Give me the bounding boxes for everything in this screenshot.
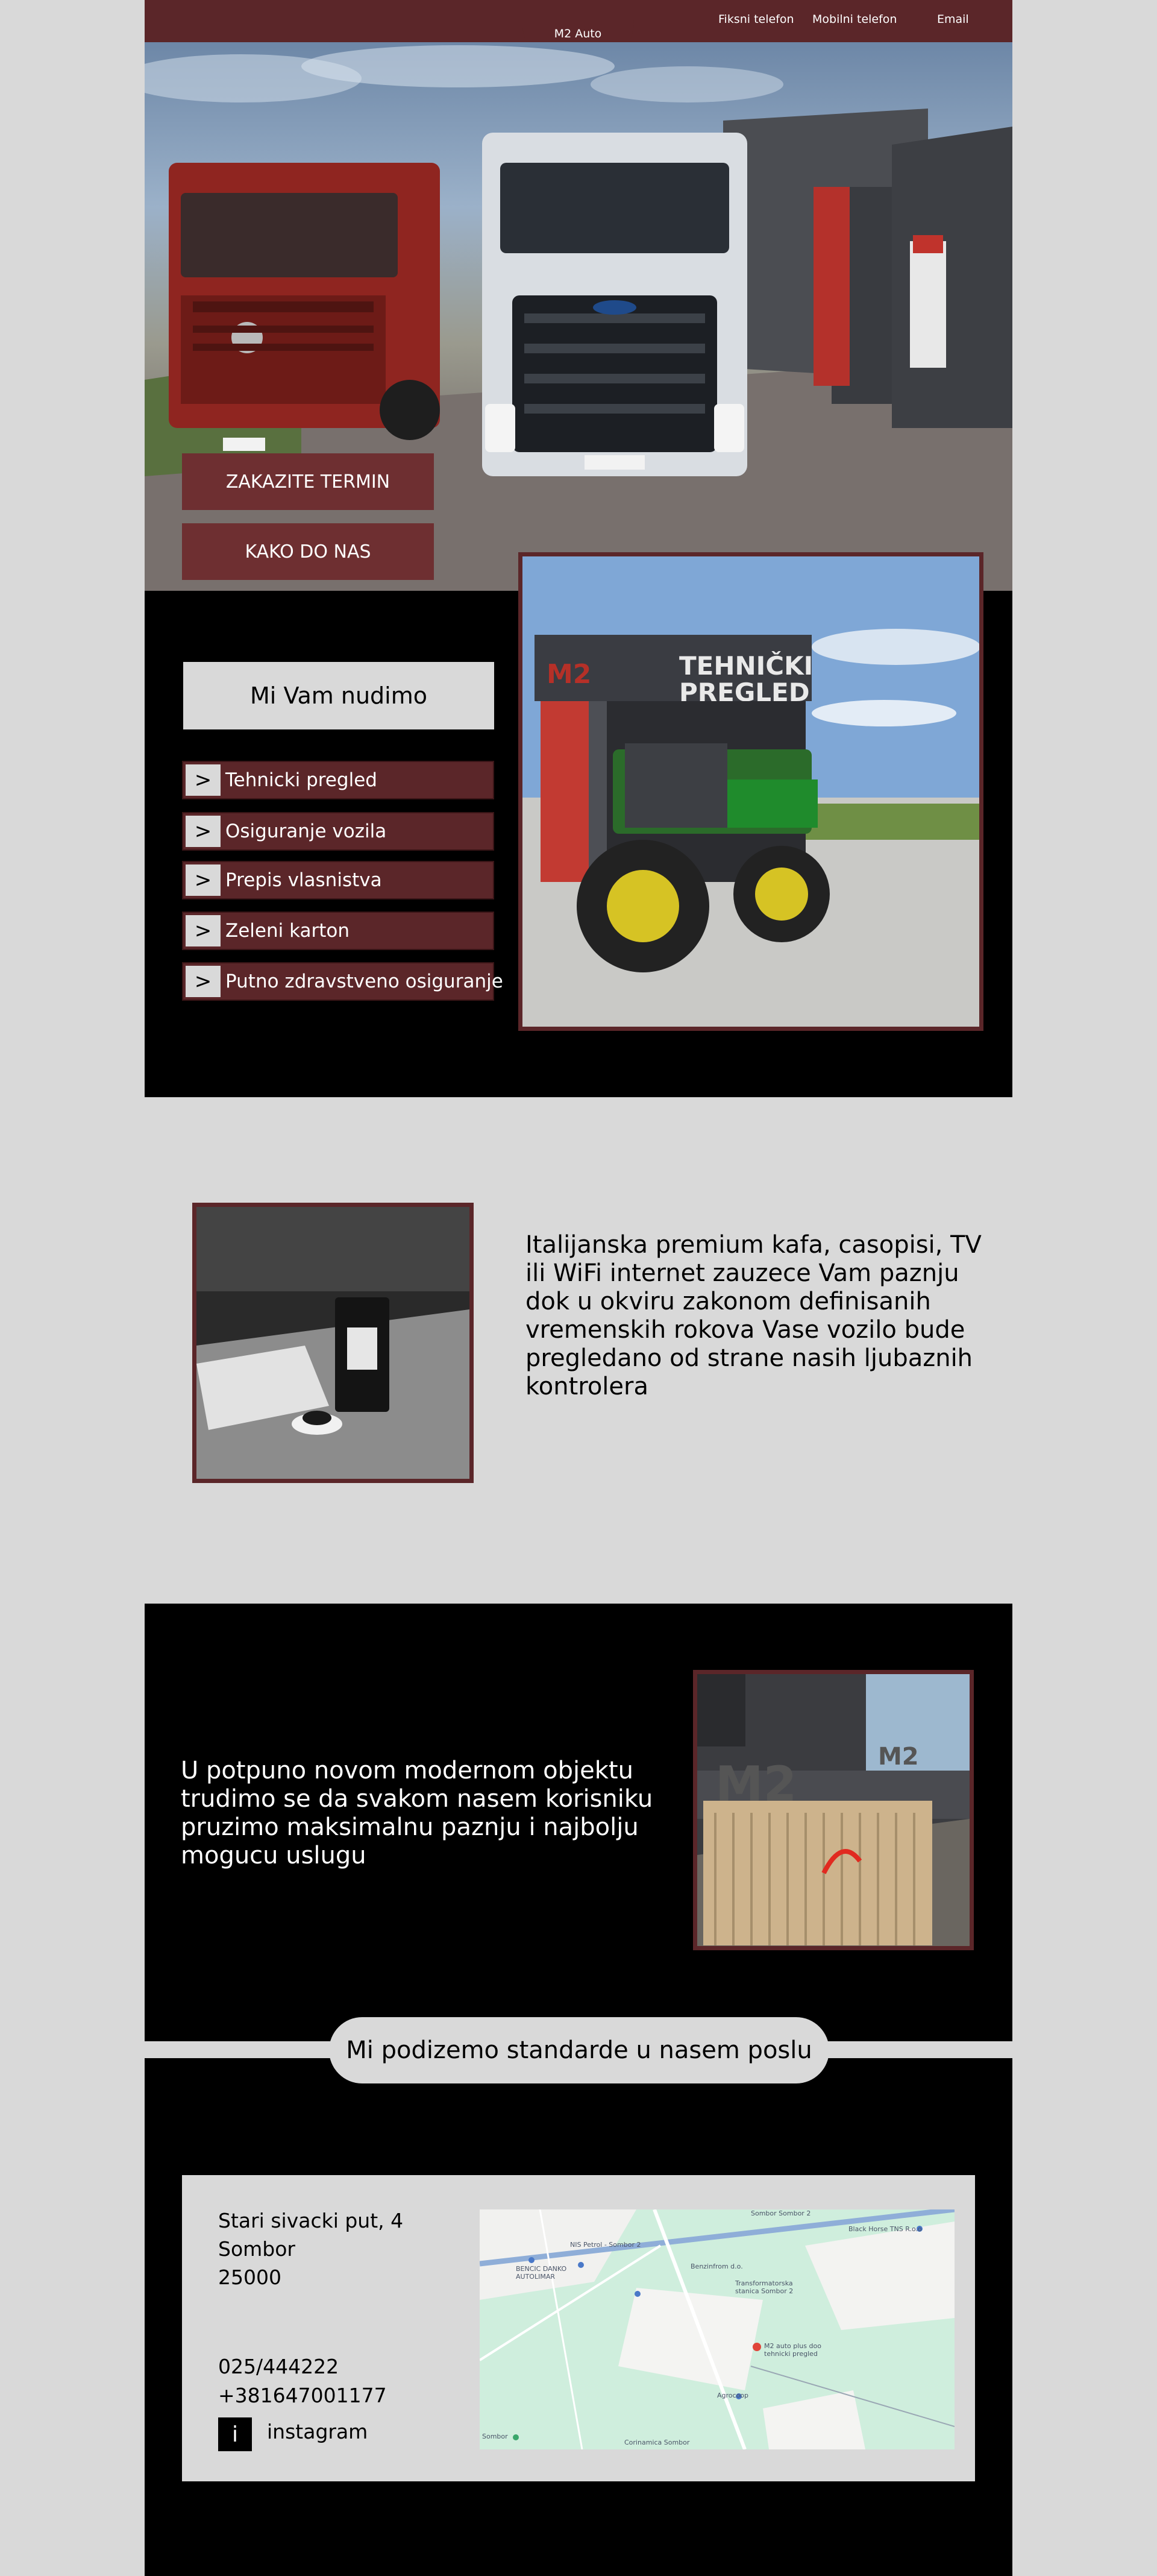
tractor-photo: TEHNIČKI PREGLED M2 — [518, 552, 983, 1031]
instagram-icon[interactable]: i — [218, 2417, 252, 2451]
map-label: Benzinfrom d.o. — [691, 2263, 743, 2270]
service-label: Zeleni karton — [225, 920, 350, 942]
service-label: Tehnicki pregled — [225, 769, 377, 791]
phone-mobile[interactable]: +381647001177 — [218, 2381, 387, 2410]
map-label: Sombor — [482, 2433, 508, 2440]
reception-desk-photo: M2 M2 — [693, 1670, 974, 1950]
address-city: Sombor — [218, 2237, 295, 2261]
directions-button[interactable]: KAKO DO NAS — [182, 523, 434, 580]
reception-illustration: M2 M2 — [697, 1674, 970, 1946]
nav-email-link[interactable]: Email — [937, 13, 969, 26]
standards-banner: Mi podizemo standarde u nasem poslu — [329, 2017, 829, 2083]
modern-facility-description: U potpuno novom modernom objektu trudimo… — [181, 1757, 653, 1869]
chevron-right-icon: > — [186, 816, 221, 847]
map-label: NIS Petrol - Sombor 2 — [570, 2241, 641, 2249]
service-item-osiguranje-vozila[interactable]: > Osiguranje vozila — [182, 812, 494, 851]
chevron-right-icon: > — [186, 764, 221, 796]
service-item-prepis-vlasnistva[interactable]: > Prepis vlasnistva — [182, 861, 494, 899]
desk-logo-text: M2 — [715, 1756, 797, 1812]
chevron-right-icon: > — [186, 966, 221, 997]
service-item-putno-zdravstveno-osiguranje[interactable]: > Putno zdravstveno osiguranje — [182, 962, 503, 1001]
nav-fixed-phone-link[interactable]: Fiksni telefon — [718, 13, 794, 26]
map-label: Black Horse TNS R.o.o — [848, 2225, 922, 2233]
service-label: Putno zdravstveno osiguranje — [225, 971, 503, 992]
map-label: Corinamica Sombor — [624, 2439, 690, 2446]
map-label: M2 auto plus doo tehnicki pregled — [764, 2342, 821, 2358]
address-postal-code: 25000 — [218, 2266, 281, 2289]
service-label: Prepis vlasnistva — [225, 869, 382, 891]
service-item-tehnicki-pregled[interactable]: > Tehnicki pregled — [182, 761, 494, 799]
coffee-description: Italijanska premium kafa, casopisi, TV i… — [525, 1231, 982, 1400]
building-sign-text: TEHNIČKI PREGLED — [679, 650, 813, 707]
chevron-right-icon: > — [186, 864, 221, 896]
map-illustration — [480, 2209, 955, 2449]
service-label: Osiguranje vozila — [225, 820, 387, 842]
map-label: BENCIC DANKO AUTOLIMAR — [516, 2265, 567, 2281]
location-map[interactable]: Sombor Sombor 2 Black Horse TNS R.o.o NI… — [480, 2209, 955, 2449]
map-label: Sombor Sombor 2 — [751, 2209, 811, 2217]
services-title: Mi Vam nudimo — [183, 662, 494, 729]
instagram-link[interactable]: instagram — [267, 2420, 368, 2443]
building-logo-text: M2 — [547, 659, 591, 690]
nav-mobile-phone-link[interactable]: Mobilni telefon — [812, 13, 897, 26]
service-item-zeleni-karton[interactable]: > Zeleni karton — [182, 912, 494, 950]
phone-fixed[interactable]: 025/444222 — [218, 2352, 339, 2381]
map-label: Agrocoop — [717, 2392, 749, 2399]
book-appointment-button[interactable]: ZAKAZITE TERMIN — [182, 453, 434, 510]
map-label: Transformatorska stanica Sombor 2 — [735, 2279, 794, 2295]
coffee-lounge-photo — [192, 1203, 474, 1483]
tractor-illustration: TEHNIČKI PREGLED M2 — [522, 556, 979, 1027]
chevron-right-icon: > — [186, 915, 221, 946]
coffee-illustration — [196, 1207, 469, 1479]
address-street: Stari sivacki put, 4 — [218, 2209, 404, 2232]
svg-text:M2: M2 — [878, 1743, 919, 1771]
